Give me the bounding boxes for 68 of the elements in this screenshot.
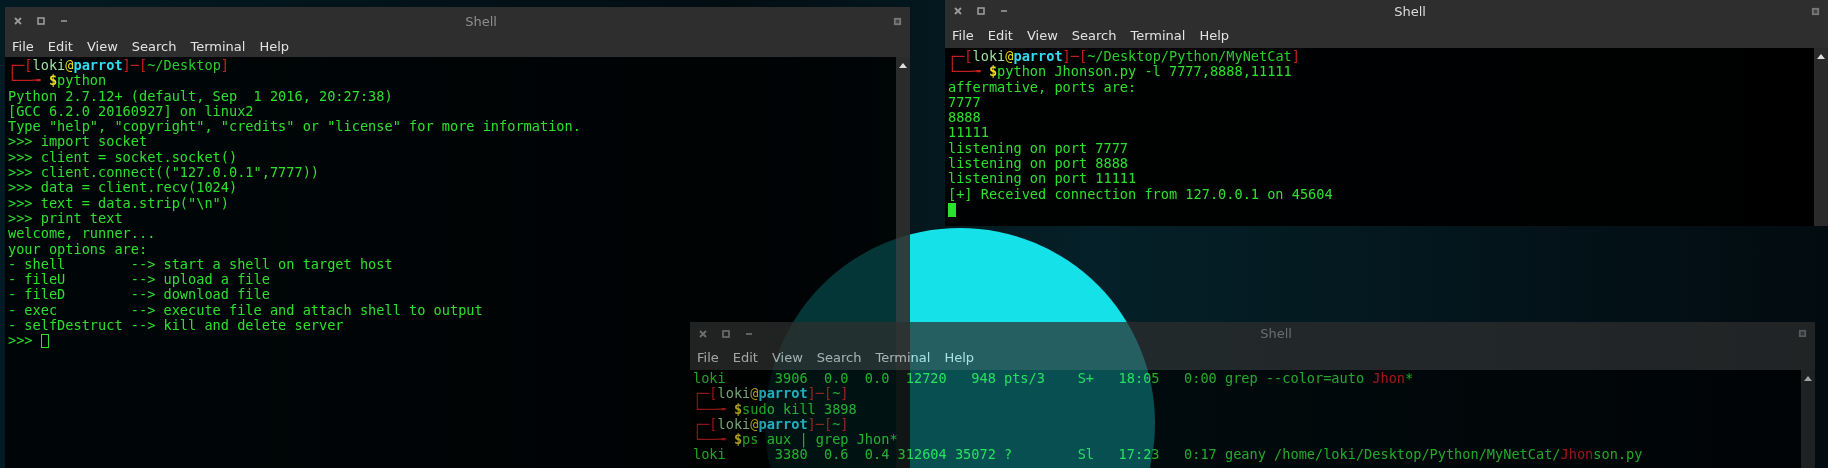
menu-item[interactable]: Search bbox=[816, 350, 862, 365]
terminal-line: └──╼ $python bbox=[8, 73, 107, 89]
menu-item[interactable]: File bbox=[952, 27, 974, 43]
menu-item[interactable]: Edit bbox=[47, 38, 73, 54]
terminal-line: - selfDestruct --> kill and delete server bbox=[8, 318, 344, 334]
terminal-line: >>> client = socket.socket() bbox=[8, 149, 238, 166]
terminal-line: - fileD --> download file bbox=[8, 287, 270, 303]
terminal-line: >>> print text bbox=[8, 210, 123, 227]
menu-item[interactable]: View bbox=[86, 38, 118, 54]
menu-item[interactable]: Help bbox=[1199, 27, 1230, 43]
terminal-line: └──╼ $ps aux | grep Jhon* bbox=[693, 432, 898, 448]
terminal-line: 7777 bbox=[948, 94, 981, 111]
menu-item[interactable]: Terminal bbox=[190, 38, 246, 54]
terminal-line: └──╼ $python Jhonson.py -l 7777,8888,11111 bbox=[948, 64, 1292, 80]
window-title: Shell bbox=[1393, 3, 1427, 19]
terminal-line: listening on port 7777 bbox=[948, 140, 1129, 157]
menu-item[interactable]: Terminal bbox=[875, 350, 931, 365]
scrollbar[interactable] bbox=[1801, 370, 1815, 468]
maximize-icon[interactable] bbox=[721, 328, 731, 339]
window-title: Shell bbox=[1259, 326, 1293, 341]
terminal-line: [+] Received connection from 127.0.0.1 on 45604 bbox=[948, 186, 1333, 202]
menu-item[interactable]: Search bbox=[1071, 27, 1117, 43]
scroll-up-icon[interactable] bbox=[899, 63, 907, 68]
terminal-line: ┌─[loki@parrot]─[~] bbox=[693, 416, 849, 433]
terminal-line: ┌─[loki@parrot]─[~/Desktop] bbox=[8, 58, 230, 74]
restore-icon[interactable] bbox=[1798, 329, 1807, 338]
terminal-line: - fileU --> upload a file bbox=[8, 272, 270, 288]
close-icon[interactable] bbox=[698, 328, 708, 339]
close-icon[interactable] bbox=[953, 6, 963, 16]
terminal-line: Type "help", "copyright", "credits" or "license" for more information. bbox=[8, 119, 581, 135]
terminal-line: [GCC 6.2.0 20160927] on linux2 bbox=[8, 103, 254, 120]
terminal-line: 8888 bbox=[948, 110, 981, 126]
window-title: Shell bbox=[464, 13, 498, 29]
menu-item[interactable]: Search bbox=[131, 38, 177, 54]
restore-icon[interactable] bbox=[893, 16, 902, 26]
close-icon[interactable] bbox=[13, 16, 23, 26]
terminal-line: >>> data = client.recv(1024) bbox=[8, 180, 238, 196]
terminal-line: - shell --> start a shell on target host bbox=[8, 256, 393, 273]
maximize-icon[interactable] bbox=[36, 16, 46, 26]
menu-item[interactable]: Help bbox=[259, 38, 290, 54]
terminal-line: Python 2.7.12+ (default, Sep 1 2016, 20:27:38) bbox=[8, 88, 393, 104]
terminal-line: >>> bbox=[8, 333, 34, 349]
terminal-line: welcome, runner... bbox=[8, 226, 156, 242]
scroll-up-icon[interactable] bbox=[1817, 54, 1825, 59]
terminal-line: listening on port 11111 bbox=[948, 171, 1137, 187]
terminal-line: >>> client.connect(("127.0.0.1",7777)) bbox=[8, 165, 319, 181]
scrollbar[interactable] bbox=[1814, 48, 1828, 226]
menu-item[interactable]: File bbox=[697, 350, 719, 365]
menu-item[interactable]: View bbox=[771, 350, 803, 365]
menu-item[interactable]: Edit bbox=[987, 27, 1013, 43]
menu-item[interactable]: View bbox=[1026, 27, 1058, 43]
terminal-line: └──╼ $sudo kill 3898 bbox=[693, 401, 857, 417]
maximize-icon[interactable] bbox=[976, 6, 986, 16]
menu-item[interactable]: Help bbox=[944, 350, 975, 365]
terminal-line: - exec --> execute file and attach shell to output bbox=[8, 302, 483, 319]
terminal-line: ┌─[loki@parrot]─[~/Desktop/Python/MyNetCat] bbox=[948, 49, 1300, 65]
scroll-up-icon[interactable] bbox=[1804, 376, 1812, 381]
terminal-line: ┌─[loki@parrot]─[~] bbox=[693, 386, 849, 402]
terminal-line: listening on port 8888 bbox=[948, 156, 1129, 172]
menu-item[interactable]: Terminal bbox=[1130, 27, 1186, 43]
menu-item[interactable]: Edit bbox=[732, 350, 758, 365]
terminal-line: >>> text = data.strip("\n") bbox=[8, 195, 229, 211]
terminal-line: >>> import socket bbox=[8, 134, 148, 150]
restore-icon[interactable] bbox=[1811, 6, 1820, 16]
terminal-line: 11111 bbox=[948, 125, 989, 141]
terminal-line: affermative, ports are: bbox=[948, 79, 1137, 95]
menu-item[interactable]: File bbox=[12, 38, 34, 54]
terminal-line: your options are: bbox=[8, 241, 148, 257]
